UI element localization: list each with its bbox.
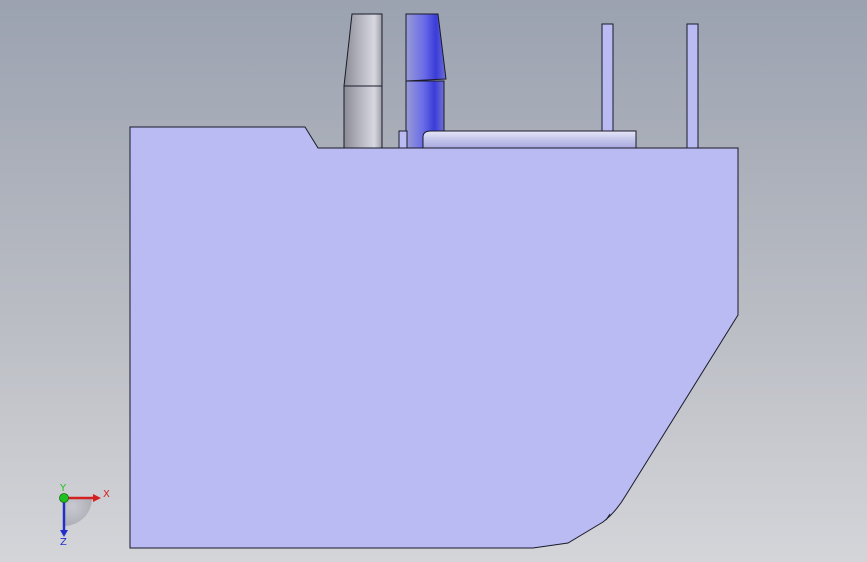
blue-nozzle[interactable]	[405, 13, 447, 149]
orientation-triad[interactable]: X Y Z	[48, 484, 112, 546]
z-axis-arrowhead	[60, 530, 68, 537]
top-rail[interactable]	[422, 130, 637, 149]
y-axis-label: Y	[59, 484, 67, 494]
gray-nozzle[interactable]	[343, 13, 383, 149]
model-view[interactable]	[0, 0, 867, 562]
y-axis-dot	[59, 493, 69, 503]
x-axis-arrowhead	[93, 494, 101, 502]
top-step[interactable]	[398, 130, 408, 149]
x-axis-label: X	[103, 489, 110, 500]
main-body[interactable]	[129, 126, 739, 549]
triad-shade	[64, 498, 92, 526]
pin-right[interactable]	[686, 23, 699, 149]
graphics-viewport[interactable]: X Y Z	[0, 0, 867, 562]
pin-left[interactable]	[601, 23, 614, 149]
z-axis-label: Z	[60, 537, 67, 546]
